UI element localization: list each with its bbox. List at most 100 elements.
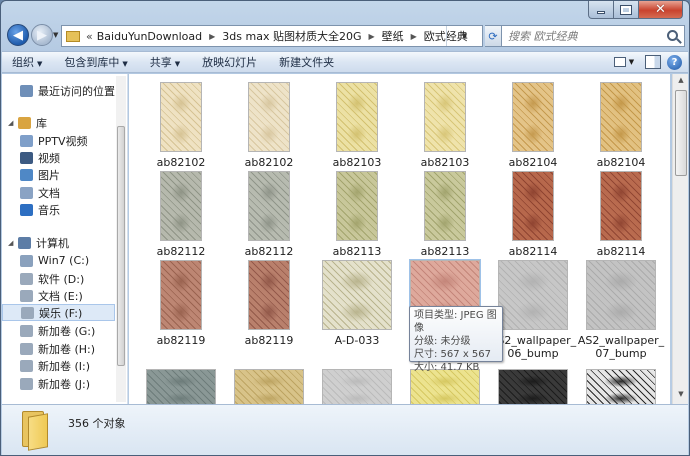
- file-name: ab82119: [244, 334, 294, 347]
- address-bar[interactable]: « BaiduYunDownload ▶ 3ds max 贴图材质大全20G ▶…: [61, 25, 483, 47]
- organize-label: 组织: [12, 56, 34, 69]
- sidebar-item[interactable]: 新加卷 (J:): [2, 375, 115, 392]
- file-thumbnail: [248, 260, 290, 330]
- refresh-button[interactable]: ⟳: [485, 25, 502, 47]
- file-name: ab82119: [156, 334, 206, 347]
- file-name: ab82104: [508, 156, 558, 169]
- include-in-library-menu[interactable]: 包含到库中 ▼: [64, 54, 127, 70]
- minimize-button[interactable]: [588, 1, 614, 19]
- breadcrumb-item[interactable]: 壁纸: [382, 28, 404, 44]
- sidebar-item[interactable]: Win7 (C:): [2, 252, 115, 269]
- sidebar-item[interactable]: 音乐: [2, 201, 115, 218]
- breadcrumb-chevron-icon[interactable]: ▶: [368, 32, 374, 41]
- search-icon[interactable]: [667, 30, 678, 41]
- expand-arrow-icon[interactable]: ◢: [8, 239, 16, 247]
- file-thumbnail: [424, 171, 466, 241]
- sidebar-item[interactable]: 软件 (D:): [2, 270, 115, 287]
- file-item[interactable]: ab82102: [141, 80, 221, 172]
- sidebar-item-label: 图片: [38, 168, 60, 182]
- scroll-down-icon[interactable]: ▼: [675, 390, 687, 402]
- search-box[interactable]: [501, 25, 685, 47]
- sidebar-item-label: 计算机: [36, 236, 69, 250]
- organize-menu[interactable]: 组织 ▼: [12, 54, 42, 70]
- address-overflow[interactable]: «: [86, 30, 93, 43]
- file-name: ab82114: [508, 245, 558, 258]
- file-item[interactable]: [229, 367, 309, 404]
- navigation-pane-scroll-thumb[interactable]: [117, 126, 125, 366]
- expand-arrow-icon[interactable]: ◢: [8, 119, 16, 127]
- file-thumbnail: [146, 369, 216, 404]
- file-item[interactable]: ab82103: [405, 80, 485, 172]
- navigation-bar: ◀ ▶ ▼ « BaiduYunDownload ▶ 3ds max 贴图材质大…: [1, 21, 689, 51]
- sidebar-item[interactable]: 娱乐 (F:): [2, 304, 115, 321]
- file-item[interactable]: [581, 367, 661, 404]
- forward-button[interactable]: ▶: [31, 24, 53, 46]
- preview-pane-icon[interactable]: [645, 55, 661, 69]
- file-item[interactable]: [493, 367, 573, 404]
- file-list-scrollbar[interactable]: ▲ ▼: [672, 74, 688, 404]
- file-item[interactable]: ab82119: [229, 258, 309, 350]
- file-item[interactable]: ab82114: [493, 169, 573, 261]
- recent-pages-dropdown-icon[interactable]: ▼: [53, 31, 58, 39]
- file-item[interactable]: [141, 367, 221, 404]
- file-name: A-D-033: [334, 334, 380, 347]
- address-history-dropdown-icon[interactable]: ▼: [462, 32, 467, 40]
- sidebar-item[interactable]: 视频: [2, 149, 115, 166]
- maximize-button[interactable]: [614, 1, 639, 19]
- file-list: ab82102 ab82102 ab82103 ab82103 ab82104 ab821…: [129, 74, 670, 404]
- navigation-pane-scrollbar[interactable]: [116, 76, 126, 402]
- share-label: 共享: [149, 56, 172, 69]
- sidebar-item-label: 新加卷 (G:): [38, 324, 96, 338]
- file-name: AS2_wallpaper_07_bump: [577, 334, 665, 360]
- sidebar-item[interactable]: 新加卷 (G:): [2, 322, 115, 339]
- file-item[interactable]: ab82113: [317, 169, 397, 261]
- sidebar-item[interactable]: ◢ 库: [2, 114, 115, 131]
- sidebar-item-label: 视频: [38, 151, 60, 165]
- slideshow-button[interactable]: 放映幻灯片: [202, 54, 257, 70]
- file-item[interactable]: A-D-033: [317, 258, 397, 350]
- sidebar-item[interactable]: PPTV视频: [2, 132, 115, 149]
- file-thumbnail: [248, 171, 290, 241]
- sidebar-item[interactable]: 最近访问的位置: [2, 82, 115, 99]
- sidebar-item[interactable]: 文档: [2, 184, 115, 201]
- file-thumbnail: [512, 82, 554, 152]
- search-input[interactable]: [508, 29, 658, 43]
- file-item[interactable]: ab82104: [493, 80, 573, 172]
- file-item[interactable]: ab82114: [581, 169, 661, 261]
- new-folder-button[interactable]: 新建文件夹: [279, 54, 334, 70]
- breadcrumb-item[interactable]: 3ds max 贴图材质大全20G: [222, 28, 361, 44]
- breadcrumb-chevron-icon[interactable]: ▶: [411, 32, 417, 41]
- file-item[interactable]: AS2_wallpaper_07_bump: [578, 258, 664, 360]
- file-item[interactable]: ab82112: [229, 169, 309, 261]
- recent-places-icon: [20, 84, 33, 97]
- sidebar-item[interactable]: 文档 (E:): [2, 287, 115, 304]
- scroll-up-icon[interactable]: ▲: [675, 76, 687, 88]
- change-view-button[interactable]: ▼: [609, 54, 639, 70]
- file-item[interactable]: [317, 367, 397, 404]
- file-item[interactable]: AS2_wallpaper_06_bump: [490, 258, 576, 360]
- file-item[interactable]: ab82112: [141, 169, 221, 261]
- back-button[interactable]: ◀: [7, 24, 29, 46]
- file-list-scroll-thumb[interactable]: [675, 90, 687, 176]
- file-name: ab82103: [420, 156, 470, 169]
- breadcrumb-chevron-icon[interactable]: ▶: [209, 32, 215, 41]
- sidebar-item-label: 音乐: [38, 203, 60, 217]
- sidebar-item-label: 文档 (E:): [38, 289, 83, 303]
- sidebar-item[interactable]: 图片: [2, 166, 115, 183]
- file-thumbnail: [248, 82, 290, 152]
- file-item[interactable]: ab82113: [405, 169, 485, 261]
- file-item[interactable]: ab82104: [581, 80, 661, 172]
- sidebar-item[interactable]: 新加卷 (I:): [2, 357, 115, 374]
- file-item[interactable]: ab82103: [317, 80, 397, 172]
- sidebar-item[interactable]: 新加卷 (H:): [2, 340, 115, 357]
- sidebar-item-label: PPTV视频: [38, 134, 88, 148]
- file-item[interactable]: ab82119: [141, 258, 221, 350]
- file-thumbnail: [322, 369, 392, 404]
- close-button[interactable]: ✕: [639, 1, 683, 19]
- file-item[interactable]: ab82102: [229, 80, 309, 172]
- help-icon[interactable]: ?: [667, 54, 682, 70]
- breadcrumb-item[interactable]: BaiduYunDownload: [97, 30, 202, 43]
- maximize-icon: [620, 4, 632, 15]
- share-menu[interactable]: 共享 ▼: [150, 54, 180, 70]
- sidebar-item[interactable]: ◢ 计算机: [2, 234, 115, 251]
